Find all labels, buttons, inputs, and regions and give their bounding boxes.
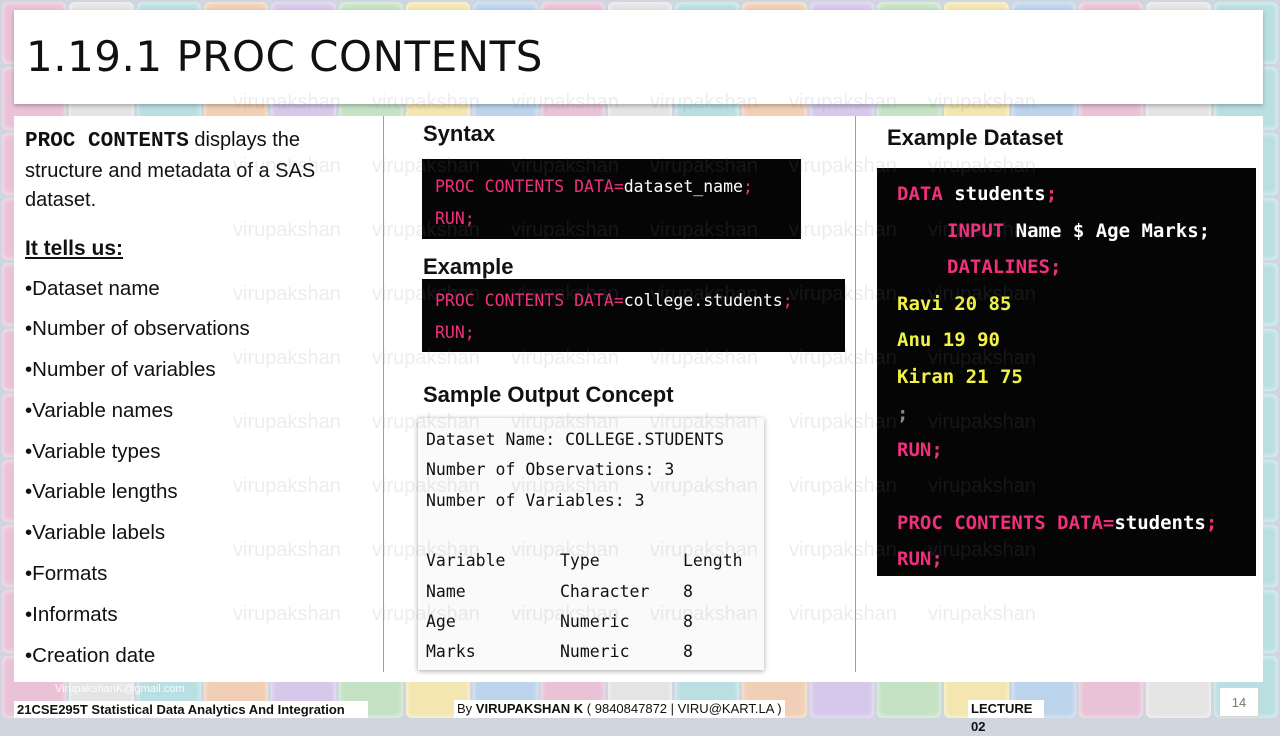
code-keyword: PROC CONTENTS DATA	[435, 291, 614, 310]
output-cell: Numeric	[560, 642, 630, 661]
dataset-row: Kiran 21 75	[897, 365, 1023, 388]
slide-title: 1.19.1 PROC CONTENTS	[26, 32, 543, 81]
dataset-line-datalines: DATALINES;	[897, 249, 1256, 286]
footer-contact: ( 9840847872 | VIRU@KART.LA )	[583, 701, 782, 716]
output-cell: Marks	[426, 642, 476, 661]
code-value: college.students	[623, 291, 783, 310]
code-keyword: DATALINES	[947, 256, 1050, 279]
footer-author-name: VIRUPAKSHAN K	[475, 701, 584, 716]
code-operator: =	[613, 177, 624, 196]
bullet-item: •Variable labels	[25, 521, 166, 545]
bullet-item: •Informats	[25, 602, 118, 626]
bullet-item: •Variable types	[25, 439, 161, 463]
code-keyword: INPUT	[947, 219, 1005, 242]
dataset-run-2: RUN;	[897, 548, 943, 571]
code-semicolon: ;	[742, 177, 753, 196]
output-cell: Age	[426, 612, 456, 631]
example-line-2: RUN;	[435, 323, 475, 342]
code-value: students	[942, 183, 1046, 205]
dataset-line-data: DATA students;	[897, 176, 1256, 213]
watermark-text: virupakshan	[789, 603, 897, 625]
code-semicolon: ;	[1045, 183, 1058, 205]
example-dataset-code-block: DATA students; INPUT Name $ Age Marks; D…	[877, 168, 1256, 576]
page-number: 14	[1219, 687, 1259, 717]
example-line-1: PROC CONTENTS DATA=college.students;	[435, 285, 845, 317]
left-column: PROC CONTENTS displays the structure and…	[25, 126, 375, 676]
bullet-item: •Number of observations	[25, 317, 250, 341]
footer-by-label: By	[457, 701, 476, 716]
output-dataset-name: Dataset Name: COLLEGE.STUDENTS	[426, 430, 725, 449]
output-col-type: Type	[560, 551, 600, 570]
output-cell: 8	[683, 642, 693, 661]
output-observations: Number of Observations: 3	[426, 460, 675, 479]
code-value: dataset_name	[623, 177, 743, 196]
intro-paragraph: PROC CONTENTS displays the structure and…	[25, 126, 375, 216]
bullet-item: •Creation date	[25, 643, 156, 667]
watermark-text: virupakshan	[928, 603, 1036, 625]
footer-email: VirupakshanK@gmail.com	[55, 683, 185, 695]
example-code-block: PROC CONTENTS DATA=college.students; RUN…	[422, 279, 845, 352]
output-cell: Name	[426, 582, 466, 601]
output-col-variable: Variable	[426, 551, 506, 570]
bullet-item: •Number of variables	[25, 358, 216, 382]
syntax-code-block: PROC CONTENTS DATA=dataset_name; RUN;	[422, 159, 801, 239]
column-divider-left	[383, 116, 384, 672]
code-keyword: DATA	[897, 183, 943, 205]
tells-heading: It tells us:	[25, 236, 124, 260]
example-heading: Example	[423, 254, 514, 279]
dataset-terminator: ;	[897, 402, 909, 425]
syntax-line-2: RUN;	[435, 209, 475, 228]
footer-lecture: LECTURE 02	[968, 700, 1044, 734]
code-keyword: PROC CONTENTS DATA	[897, 511, 1103, 534]
code-semicolon: ;	[1198, 219, 1211, 242]
bullet-item: •Dataset name	[25, 276, 160, 300]
dataset-run: RUN;	[897, 439, 943, 462]
column-divider-right	[855, 116, 856, 672]
bullet-item: •Variable lengths	[25, 480, 178, 504]
code-value: Name $ Age Marks	[1004, 219, 1199, 242]
code-keyword: PROC CONTENTS DATA	[435, 177, 614, 196]
dataset-row: Ravi 20 85	[897, 292, 1012, 315]
intro-keyword: PROC CONTENTS	[25, 130, 189, 153]
syntax-line-1: PROC CONTENTS DATA=dataset_name;	[435, 171, 801, 203]
code-semicolon: ;	[1205, 511, 1218, 534]
output-col-length: Length	[683, 551, 743, 570]
footer-author: By VIRUPAKSHAN K ( 9840847872 | VIRU@KAR…	[454, 700, 785, 718]
output-cell: 8	[683, 612, 693, 631]
dataset-blank-line	[897, 469, 1256, 505]
metadata-bullet-list: •Dataset name •Number of observations •N…	[25, 269, 375, 677]
sample-output-box: Dataset Name: COLLEGE.STUDENTS Number of…	[418, 418, 764, 670]
output-variables: Number of Variables: 3	[426, 491, 645, 510]
output-cell: Character	[560, 582, 650, 601]
dataset-row: Anu 19 90	[897, 329, 1000, 352]
code-semicolon: ;	[1049, 256, 1062, 279]
example-dataset-heading: Example Dataset	[887, 125, 1064, 150]
syntax-heading: Syntax	[423, 121, 496, 146]
footer-course: 21CSE295T Statistical Data Analytics And…	[14, 701, 368, 718]
bullet-item: •Variable names	[25, 398, 174, 422]
code-semicolon: ;	[782, 291, 793, 310]
title-bar: 1.19.1 PROC CONTENTS	[14, 10, 1263, 104]
dataset-line-proc: PROC CONTENTS DATA=students;	[897, 505, 1256, 542]
code-operator: =	[613, 291, 624, 310]
sample-output-heading: Sample Output Concept	[423, 382, 674, 407]
output-cell: Numeric	[560, 612, 630, 631]
content-panel: PROC CONTENTS displays the structure and…	[14, 91, 1263, 682]
code-operator: =	[1102, 511, 1115, 534]
output-cell: 8	[683, 582, 693, 601]
code-value: students	[1114, 511, 1206, 534]
dataset-line-input: INPUT Name $ Age Marks;	[897, 213, 1256, 250]
bullet-item: •Formats	[25, 562, 108, 586]
